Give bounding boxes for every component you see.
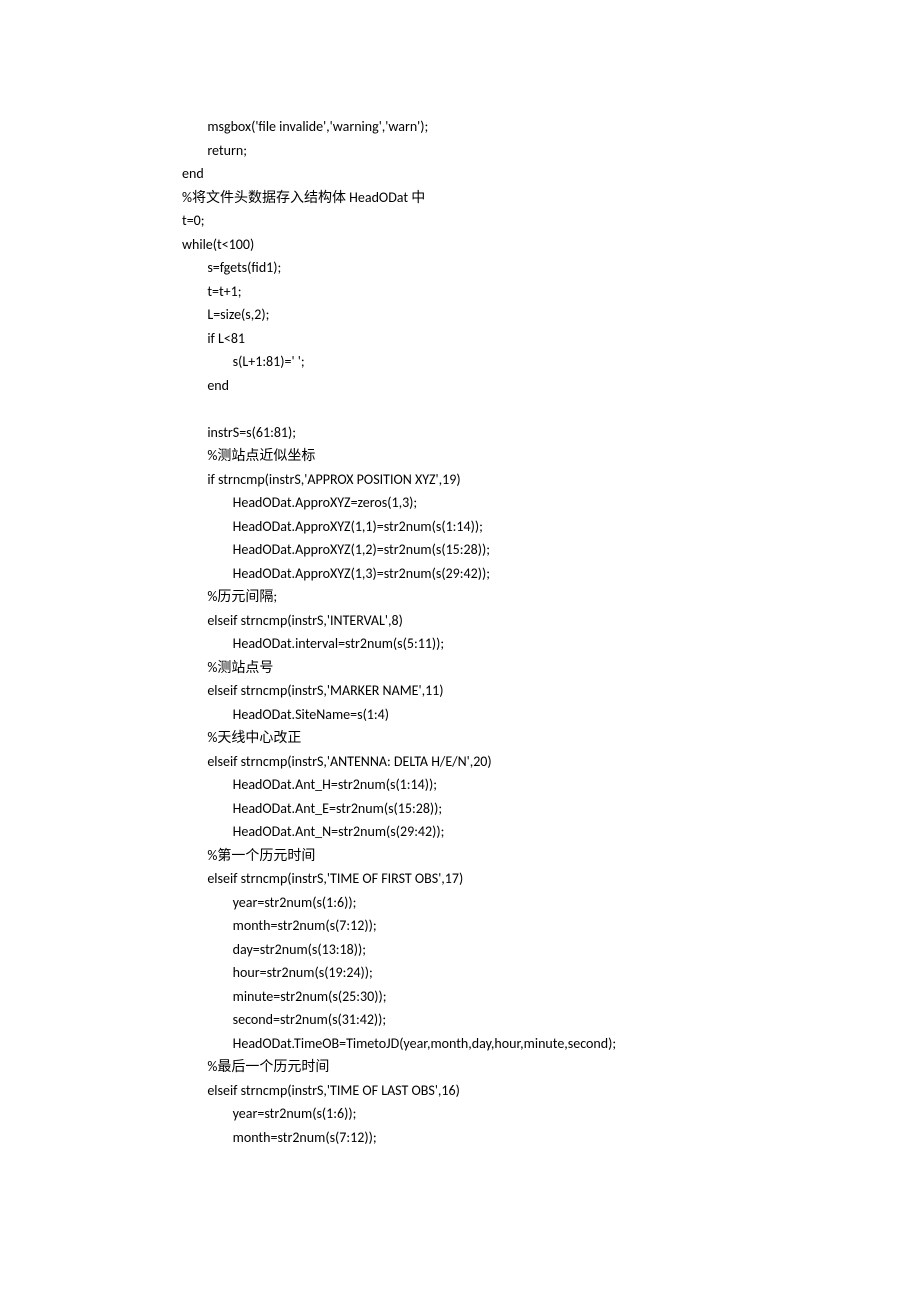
code-block: msgbox('file invalide','warning','warn')… — [182, 115, 920, 1149]
